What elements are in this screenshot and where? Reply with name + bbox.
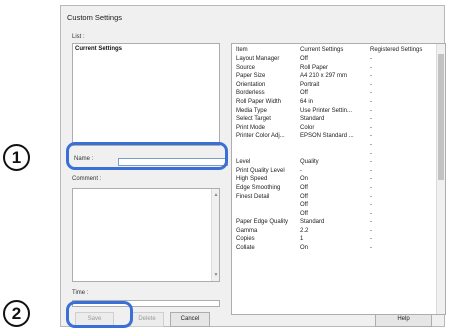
- registered-value-cell: -: [370, 150, 372, 157]
- registered-value-cell: -: [370, 236, 372, 243]
- registered-value-cell: -: [370, 219, 372, 226]
- current-value-cell: [300, 150, 354, 159]
- save-button-highlight: [66, 301, 133, 328]
- list-item-current-settings[interactable]: Current Settings: [75, 46, 122, 52]
- registered-value-cell: -: [370, 176, 372, 183]
- current-value-cell: Portrait: [300, 81, 320, 88]
- setting-item-cell: Finest Detail: [236, 193, 270, 200]
- setting-item-cell: Collate: [236, 245, 255, 252]
- dialog-title: Custom Settings: [67, 13, 123, 22]
- comment-textarea[interactable]: ▲ ▼: [72, 188, 220, 282]
- registered-value-cell: -: [370, 210, 372, 217]
- current-value-cell: Off: [300, 90, 308, 97]
- scroll-down-icon[interactable]: ▼: [212, 271, 220, 279]
- current-value-cell: -: [300, 167, 302, 174]
- current-value-cell: 64 in: [300, 98, 314, 105]
- current-value-cell: Standard: [300, 219, 325, 226]
- current-value-cell: Off: [300, 202, 308, 209]
- registered-value-cell: -: [370, 227, 372, 234]
- setting-item-cell: Roll Paper Width: [236, 98, 282, 105]
- registered-value-cell: -: [370, 56, 372, 62]
- current-value-cell: Use Printer Settin...: [300, 107, 353, 114]
- column-header-registered: Registered Settings: [370, 47, 423, 53]
- registered-value-cell: -: [370, 64, 372, 71]
- setting-item-cell: Source: [236, 64, 256, 71]
- current-value-cell: A4 210 x 297 mm: [300, 73, 348, 80]
- registered-value-cell: -: [370, 202, 372, 209]
- registered-column: -----------------------: [370, 55, 372, 253]
- table-scrollbar[interactable]: [436, 44, 445, 314]
- registered-value-cell: -: [370, 167, 372, 174]
- setting-item-cell: [236, 201, 288, 210]
- item-column: Layout Manager Source Paper Size Orientatio…: [236, 55, 288, 253]
- registered-value-cell: -: [370, 73, 372, 80]
- setting-item-cell: Select Target: [236, 116, 271, 123]
- registered-value-cell: -: [370, 184, 372, 191]
- registered-value-cell: -: [370, 81, 372, 88]
- setting-item-cell: Paper Edge Quality: [236, 219, 289, 226]
- current-value-cell: Off: [300, 56, 308, 62]
- setting-item-cell: Copies: [236, 236, 255, 243]
- current-value-cell: Off: [300, 210, 308, 217]
- delete-button[interactable]: Delete: [130, 312, 164, 327]
- setting-item-cell: High Speed: [236, 176, 268, 183]
- registered-value-cell: -: [370, 245, 372, 252]
- time-label: Time :: [72, 290, 89, 296]
- registered-value-cell: -: [370, 124, 372, 131]
- setting-item-cell: Edge Smoothing: [236, 184, 281, 191]
- registered-value-cell: -: [370, 98, 372, 105]
- current-value-cell: On: [300, 245, 309, 252]
- registered-value-cell: -: [370, 141, 372, 148]
- setting-item-cell: Borderless: [236, 90, 265, 97]
- registered-value-cell: -: [370, 159, 372, 166]
- current-value-cell: 1: [300, 236, 304, 243]
- cancel-button[interactable]: Cancel: [170, 312, 210, 327]
- setting-item-cell: Gamma: [236, 227, 258, 234]
- current-value-cell: On: [300, 176, 309, 183]
- setting-item-cell: [236, 150, 288, 159]
- current-value-cell: 2.2: [300, 227, 309, 234]
- setting-item-cell: Media Type: [236, 107, 267, 114]
- comment-label: Comment :: [72, 176, 102, 182]
- current-value-cell: Quality: [300, 159, 319, 166]
- scroll-up-icon[interactable]: ▲: [212, 191, 220, 199]
- current-column: Off Roll Paper A4 210 x 297 mm Portrait Off 6…: [300, 55, 354, 253]
- column-header-item: Item: [236, 47, 248, 53]
- current-value-cell: Off: [300, 193, 308, 200]
- table-scroll-thumb[interactable]: [438, 54, 444, 180]
- setting-item-cell: Layout Manager: [236, 56, 280, 62]
- registered-value-cell: -: [370, 90, 372, 97]
- step-2-badge: 2: [3, 300, 30, 327]
- setting-item-cell: Printer Color Adj...: [236, 133, 285, 140]
- comment-scrollbar[interactable]: ▲ ▼: [211, 189, 219, 281]
- setting-item-cell: [236, 210, 288, 219]
- column-header-current: Current Settings: [300, 47, 344, 53]
- setting-item-cell: Paper Size: [236, 73, 266, 80]
- registered-value-cell: -: [370, 193, 372, 200]
- list-label: List :: [72, 34, 85, 40]
- setting-item-cell: Print Quality Level: [236, 167, 285, 174]
- setting-item-cell: Print Mode: [236, 124, 266, 131]
- current-value-cell: [300, 141, 354, 150]
- current-value-cell: Standard: [300, 116, 325, 123]
- current-value-cell: Roll Paper: [300, 64, 329, 71]
- current-value-cell: Color: [300, 124, 315, 131]
- name-field-highlight: [66, 142, 228, 170]
- setting-item-cell: Orientation: [236, 81, 266, 88]
- registered-value-cell: -: [370, 133, 372, 140]
- step-1-badge: 1: [3, 144, 30, 171]
- current-value-cell: EPSON Standard ...: [300, 133, 354, 140]
- settings-table[interactable]: Item Current Settings Registered Setting…: [231, 43, 446, 315]
- registered-value-cell: -: [370, 107, 372, 114]
- current-value-cell: Off: [300, 184, 308, 191]
- setting-item-cell: Level: [236, 159, 251, 166]
- settings-list[interactable]: Current Settings: [72, 43, 220, 146]
- setting-item-cell: [236, 141, 288, 150]
- registered-value-cell: -: [370, 116, 372, 123]
